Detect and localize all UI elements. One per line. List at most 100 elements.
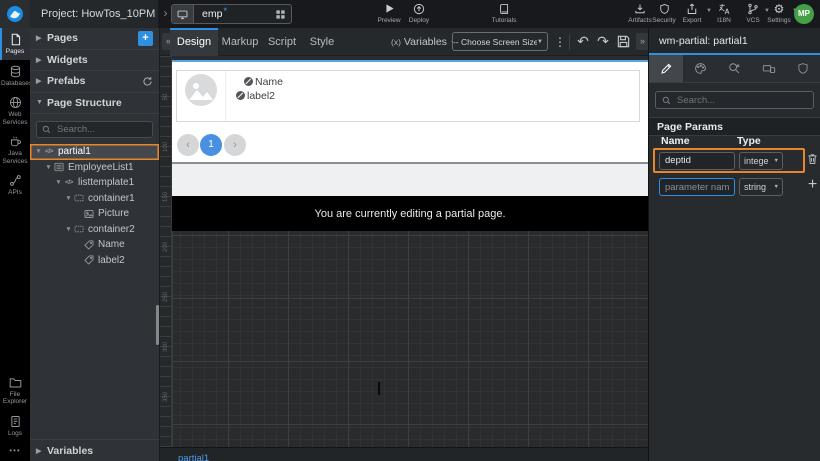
- tab-markup[interactable]: Markup: [218, 28, 262, 56]
- section-pages[interactable]: ▶ Pages +: [30, 28, 159, 50]
- label2-widget[interactable]: label2: [236, 89, 639, 102]
- shield-outline-icon: [797, 62, 809, 75]
- chevron-down-icon[interactable]: ▼: [44, 164, 53, 171]
- tab-design[interactable]: Design: [170, 28, 218, 56]
- folder-icon: [1, 376, 29, 389]
- redo-button[interactable]: ↷: [594, 28, 612, 56]
- project-name[interactable]: Project: HowTos_10PM: [30, 0, 158, 28]
- structure-search[interactable]: [36, 121, 153, 138]
- deploy-button[interactable]: Deploy: [399, 2, 439, 28]
- tab-search-clear[interactable]: [717, 55, 751, 82]
- pages-icon: [1, 33, 29, 46]
- page-params-header: Page Params: [649, 117, 820, 136]
- param-row-new[interactable]: string ▼: [655, 176, 805, 198]
- pagination-prev-button[interactable]: ‹: [177, 134, 199, 156]
- param-row-deptid[interactable]: intege ▼: [653, 148, 805, 173]
- vcs-button[interactable]: VCS ▼: [740, 2, 766, 28]
- section-page-structure[interactable]: ▼ Page Structure: [30, 93, 159, 115]
- book-icon: [484, 2, 524, 15]
- picture-cell[interactable]: [177, 71, 226, 121]
- list-widget-area[interactable]: Name label2 ‹ 1 ›: [172, 62, 648, 162]
- sidebar-item-databases[interactable]: Databases: [0, 60, 30, 92]
- search-remove-icon: [728, 62, 741, 75]
- tree-item-picture[interactable]: Picture: [30, 206, 159, 222]
- tree-item-label2[interactable]: label2: [30, 253, 159, 269]
- page-content-area[interactable]: [172, 162, 648, 196]
- name-label-widget[interactable]: Name: [244, 75, 639, 88]
- save-button[interactable]: [616, 34, 631, 49]
- editor-toolbar: « Design Markup Script Style (x)Variable…: [160, 28, 648, 56]
- sidebar-item-java-services[interactable]: Java Services: [0, 130, 30, 169]
- tree-item-listtemplate1[interactable]: ▼ </> listtemplate1: [30, 175, 159, 191]
- new-param-type-select[interactable]: string ▼: [739, 178, 783, 196]
- sidebar-item-pages[interactable]: Pages: [0, 28, 30, 60]
- list-item-template[interactable]: Name label2: [176, 70, 640, 122]
- tree-item-container2[interactable]: ▼ container2: [30, 222, 159, 238]
- delete-param-button[interactable]: [806, 152, 819, 166]
- tree-item-name[interactable]: Name: [30, 237, 159, 253]
- vertical-ruler: 50 100 150 200 250 300 350: [160, 56, 172, 447]
- open-file-tab[interactable]: emp *: [171, 4, 292, 24]
- tree-item-employeelist1[interactable]: ▼ EmployeeList1: [30, 160, 159, 176]
- tab-style[interactable]: Style: [302, 28, 342, 56]
- label-tag-icon: [83, 240, 95, 250]
- refresh-icon[interactable]: [142, 76, 153, 87]
- chevron-down-icon[interactable]: ▼: [34, 148, 43, 155]
- bind-icon: [236, 91, 245, 100]
- explorer-scrollbar[interactable]: [156, 305, 159, 345]
- sidebar-item-apis[interactable]: APIs: [0, 169, 30, 201]
- settings-button[interactable]: ⚙ Settings ▼: [764, 2, 794, 28]
- tab-styles[interactable]: [683, 55, 717, 82]
- sidebar-item-file-explorer[interactable]: File Explorer: [0, 371, 30, 410]
- tree-item-container1[interactable]: ▼ container1: [30, 191, 159, 207]
- pagination-page-1[interactable]: 1: [200, 134, 222, 156]
- section-variables[interactable]: ▶ Variables: [30, 439, 159, 461]
- top-bar: Project: HowTos_10PM › emp * Preview Dep…: [0, 0, 820, 28]
- tab-properties[interactable]: [649, 55, 683, 82]
- list-widget-icon: [53, 162, 65, 172]
- structure-search-input[interactable]: [55, 123, 147, 136]
- api-icon: [1, 174, 29, 187]
- export-button[interactable]: Export ▼: [676, 2, 708, 28]
- section-prefabs[interactable]: ▶ Prefabs: [30, 71, 159, 93]
- chevron-down-icon[interactable]: ▼: [54, 179, 63, 186]
- section-widgets[interactable]: ▶ Widgets: [30, 50, 159, 72]
- add-page-button[interactable]: +: [138, 31, 153, 46]
- tab-security[interactable]: [786, 55, 820, 82]
- branch-icon: [740, 2, 766, 15]
- sidebar-item-web-services[interactable]: Web Services: [0, 91, 30, 130]
- sidebar-item-logs[interactable]: Logs: [0, 410, 30, 442]
- variables-menu[interactable]: (x)Variables▼: [391, 28, 457, 56]
- add-param-button[interactable]: +: [804, 174, 820, 196]
- new-param-name-input[interactable]: [659, 178, 735, 196]
- grid-view-icon[interactable]: [275, 9, 286, 20]
- column-name: Name: [661, 135, 690, 147]
- canvas-footer-bar: partial1: [160, 447, 648, 461]
- tab-script[interactable]: Script: [262, 28, 302, 56]
- more-menu-icon[interactable]: ⋮: [554, 28, 566, 56]
- activity-bar: Pages Databases Web Services Java Servic…: [0, 28, 30, 461]
- chevron-right-icon: ▶: [36, 77, 47, 85]
- user-avatar[interactable]: MP: [794, 4, 814, 24]
- param-type-select[interactable]: intege ▼: [739, 152, 783, 170]
- footer-page-tab[interactable]: partial1: [178, 452, 209, 461]
- properties-search-input[interactable]: [675, 94, 807, 107]
- wavemaker-logo-icon[interactable]: [0, 0, 30, 28]
- undo-button[interactable]: ↶: [574, 28, 592, 56]
- palette-icon: [694, 62, 707, 75]
- canvas-grid-area[interactable]: [172, 231, 648, 447]
- more-options-icon[interactable]: •••: [0, 441, 30, 461]
- screen-size-select[interactable]: -- Choose Screen Size -- ▼: [452, 32, 548, 51]
- i18n-button[interactable]: I18N: [710, 2, 738, 28]
- properties-search[interactable]: [655, 91, 814, 109]
- param-name-input[interactable]: [659, 152, 735, 170]
- chevron-down-icon[interactable]: ▼: [64, 195, 73, 202]
- tutorials-button[interactable]: Tutorials: [484, 2, 524, 28]
- tab-devices[interactable]: [752, 55, 786, 82]
- picture-placeholder-icon[interactable]: [185, 74, 217, 106]
- tree-item-partial1[interactable]: ▼ </> partial1: [30, 144, 159, 160]
- chevron-down-icon: ▼: [36, 99, 47, 106]
- pagination-next-button[interactable]: ›: [224, 134, 246, 156]
- chevron-down-icon[interactable]: ▼: [64, 226, 73, 233]
- design-canvas[interactable]: Name label2 ‹ 1 › You are currently edit…: [172, 56, 648, 447]
